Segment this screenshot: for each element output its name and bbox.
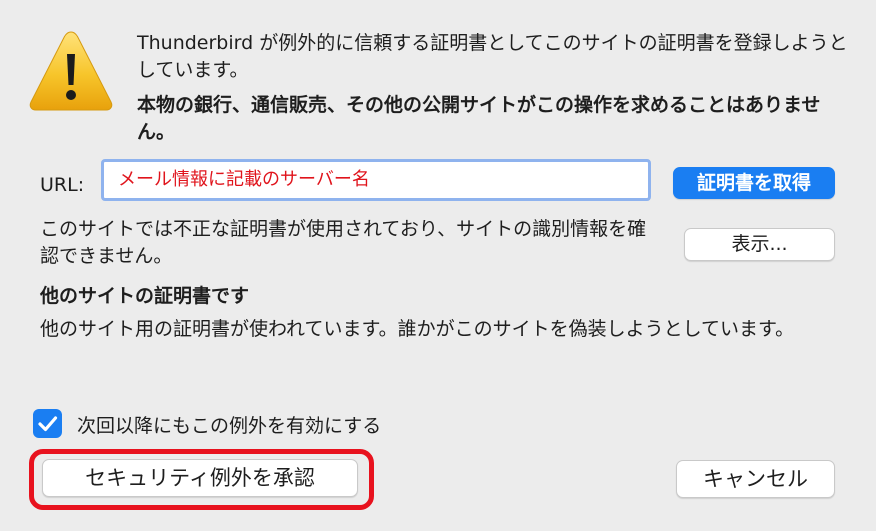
get-certificate-button[interactable]: 証明書を取得	[673, 167, 835, 199]
checkmark-icon	[38, 416, 58, 432]
cancel-button[interactable]: キャンセル	[676, 460, 835, 498]
warning-triangle-icon	[29, 31, 113, 111]
permanent-exception-checkbox[interactable]	[33, 409, 62, 438]
problem-heading: 他のサイトの証明書です	[40, 285, 250, 307]
certificate-status-text: このサイトでは不正な証明書が使用されており、サイトの識別情報を確認できません。	[40, 218, 647, 267]
view-certificate-button[interactable]: 表示...	[684, 228, 835, 261]
problem-description: 他のサイト用の証明書が使われています。誰かがこのサイトを偽装しようとしています。	[40, 318, 795, 340]
url-label: URL:	[40, 174, 85, 196]
confirm-security-exception-button[interactable]: セキュリティ例外を承認	[42, 459, 358, 497]
intro-text: Thunderbird が例外的に信頼する証明書としてこのサイトの証明書を登録し…	[137, 32, 848, 81]
add-security-exception-dialog: Thunderbird が例外的に信頼する証明書としてこのサイトの証明書を登録し…	[0, 0, 876, 531]
warning-text: 本物の銀行、通信販売、その他の公開サイトがこの操作を求めることはありません。	[137, 94, 821, 143]
permanent-exception-label[interactable]: 次回以降にもこの例外を有効にする	[77, 411, 381, 438]
url-input[interactable]: メール情報に記載のサーバー名	[101, 159, 651, 201]
